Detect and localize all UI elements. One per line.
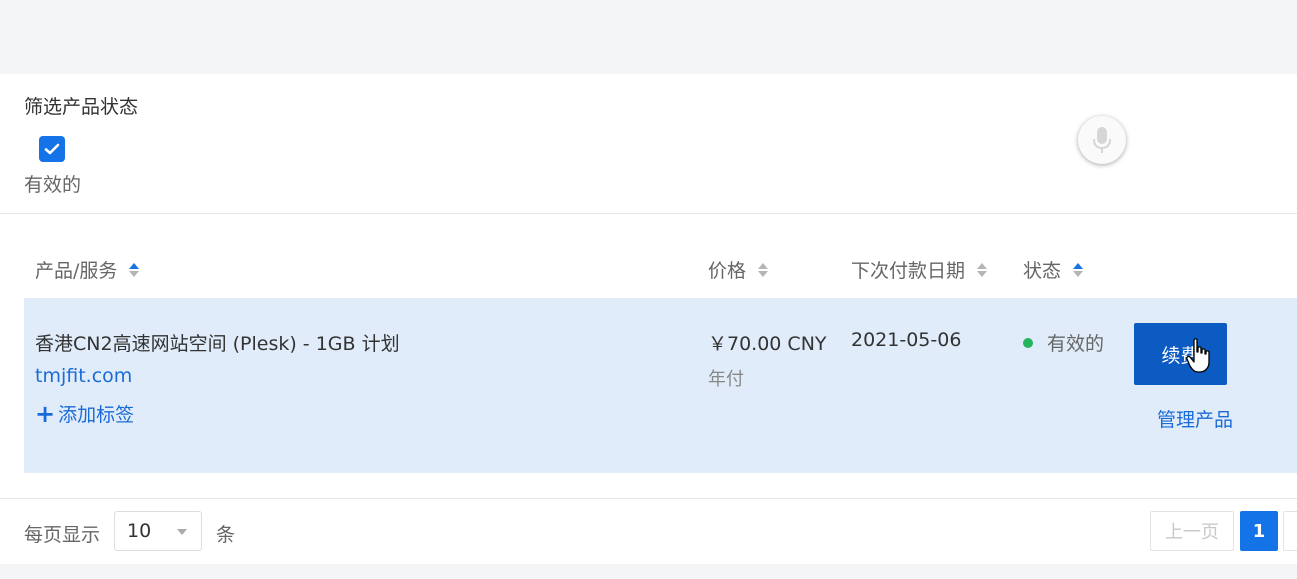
table-row[interactable]: 香港CN2高速网站空间 (Plesk) - 1GB 计划 tmjfit.com … [24,298,1297,473]
sort-icon[interactable] [758,262,769,277]
product-name: 香港CN2高速网站空间 (Plesk) - 1GB 计划 [35,333,400,355]
next-page-button[interactable] [1283,511,1297,551]
microphone-icon [1093,127,1111,153]
next-due-date: 2021-05-06 [851,329,962,351]
sort-icon[interactable] [1073,262,1084,277]
sort-icon[interactable] [977,262,988,277]
manage-product-link[interactable]: 管理产品 [1157,405,1233,432]
status-label: 有效的 [1047,333,1105,355]
column-header-label: 状态 [1023,260,1062,282]
per-page-value: 10 [127,520,152,542]
filter-title: 筛选产品状态 [24,96,139,118]
domain-link[interactable]: tmjfit.com [35,365,132,387]
chevron-down-icon [177,529,187,535]
column-header-status[interactable]: 状态 [1023,256,1084,283]
price-value: ￥70.00 CNY [708,333,827,355]
sort-icon[interactable] [129,262,140,277]
products-card: 筛选产品状态 有效的 产品/服务 价格 下次付款日期 状态 香港CN2高速网站空… [0,74,1297,564]
per-page-label: 每页显示 [24,524,101,546]
checkmark-icon [44,143,60,155]
add-tag-label: 添加标签 [58,404,135,426]
column-header-next-due[interactable]: 下次付款日期 [851,256,988,283]
column-header-product[interactable]: 产品/服务 [35,256,140,283]
table-footer-divider [0,498,1297,499]
per-page-select[interactable]: 10 [114,511,202,551]
column-header-price[interactable]: 价格 [708,256,769,283]
plus-icon: + [35,399,56,428]
column-header-label: 下次付款日期 [851,260,966,282]
voice-input-button[interactable] [1078,116,1126,164]
prev-page-button[interactable]: 上一页 [1150,511,1234,551]
active-filter-checkbox[interactable] [39,136,65,162]
column-header-label: 产品/服务 [35,260,118,282]
renew-button[interactable]: 续费 [1134,323,1227,385]
filter-divider [0,213,1297,214]
page-button-current[interactable]: 1 [1240,511,1278,551]
add-tag-link[interactable]: + 添加标签 [35,400,134,427]
per-page-unit: 条 [216,524,236,546]
column-header-label: 价格 [708,260,747,282]
billing-cycle: 年付 [708,369,744,390]
status-badge: 有效的 [1023,329,1104,356]
hand-pointer-icon [1186,338,1210,373]
active-filter-label[interactable]: 有效的 [24,170,81,197]
status-dot-icon [1023,337,1033,348]
